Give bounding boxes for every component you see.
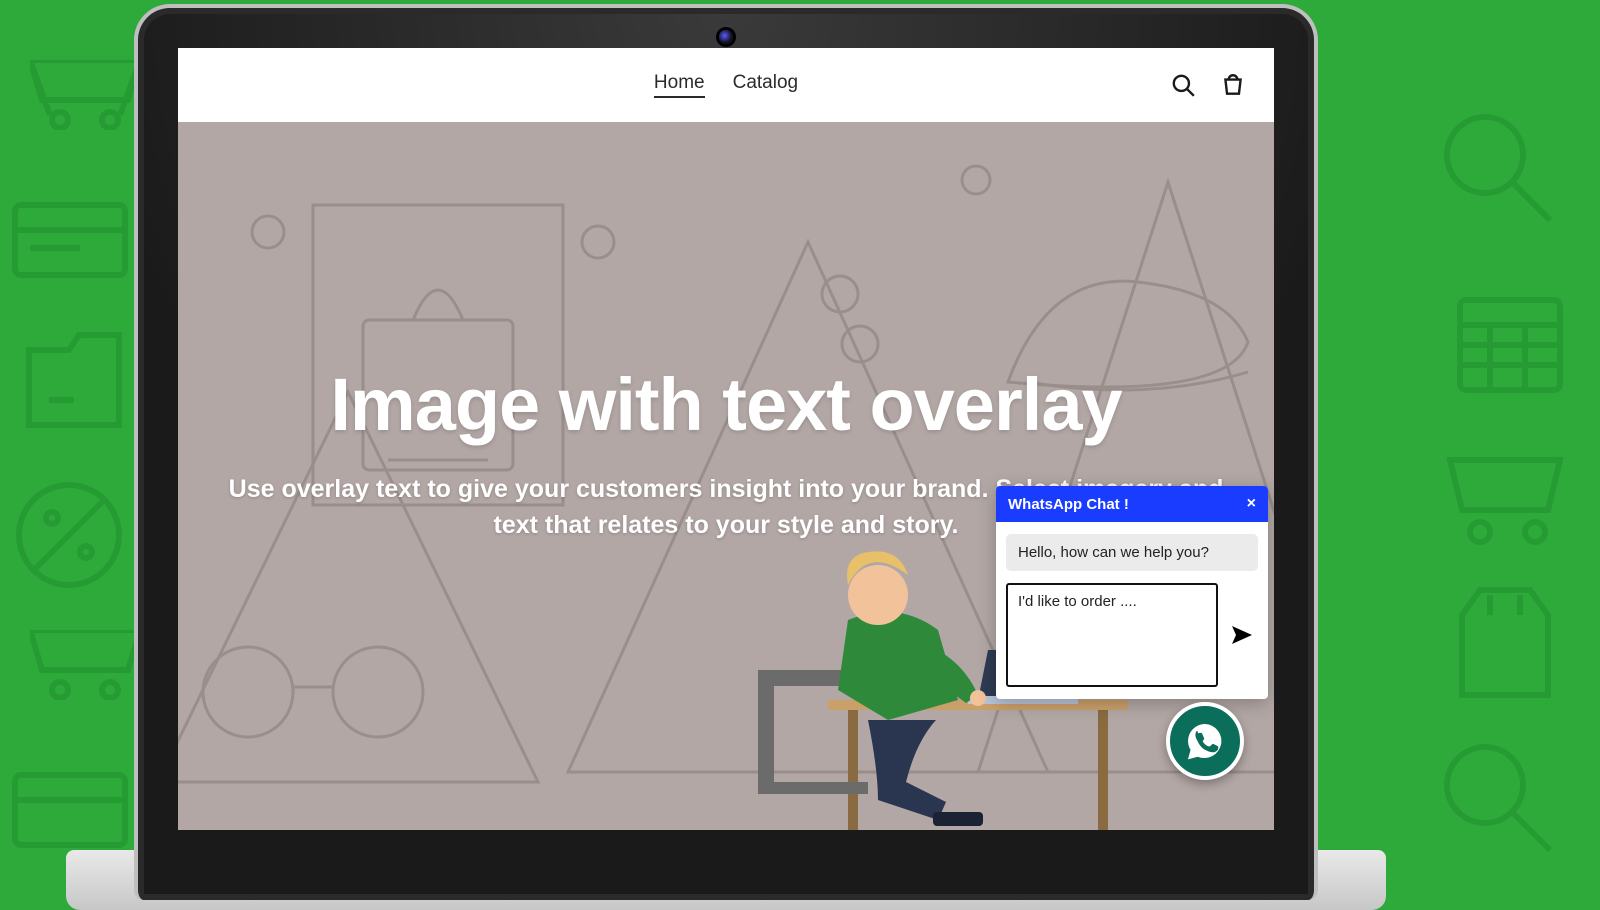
send-icon bbox=[1230, 623, 1254, 647]
chat-greeting-bubble: Hello, how can we help you? bbox=[1006, 534, 1258, 571]
chat-send-button[interactable] bbox=[1226, 583, 1258, 687]
search-icon[interactable] bbox=[1170, 72, 1196, 98]
chat-title: WhatsApp Chat ! bbox=[1008, 496, 1129, 513]
nav-link-home[interactable]: Home bbox=[654, 72, 705, 98]
chat-widget: WhatsApp Chat ! × Hello, how can we help… bbox=[996, 486, 1268, 699]
header-actions bbox=[1170, 48, 1246, 122]
hero-section: Image with text overlay Use overlay text… bbox=[178, 122, 1274, 830]
chat-close-button[interactable]: × bbox=[1247, 495, 1256, 513]
chat-input[interactable] bbox=[1006, 583, 1218, 687]
whatsapp-fab[interactable] bbox=[1166, 702, 1244, 780]
laptop-mockup: Home Catalog bbox=[96, 0, 1356, 900]
whatsapp-icon bbox=[1184, 720, 1226, 762]
primary-nav: Home Catalog bbox=[654, 72, 798, 98]
cart-icon[interactable] bbox=[1220, 72, 1246, 98]
hero-title: Image with text overlay bbox=[208, 362, 1244, 447]
browser-viewport: Home Catalog bbox=[178, 48, 1274, 830]
chat-messages: Hello, how can we help you? bbox=[996, 522, 1268, 577]
nav-link-catalog[interactable]: Catalog bbox=[733, 72, 799, 98]
chat-header: WhatsApp Chat ! × bbox=[996, 486, 1268, 522]
chat-compose-row bbox=[996, 577, 1268, 699]
site-header: Home Catalog bbox=[178, 48, 1274, 122]
